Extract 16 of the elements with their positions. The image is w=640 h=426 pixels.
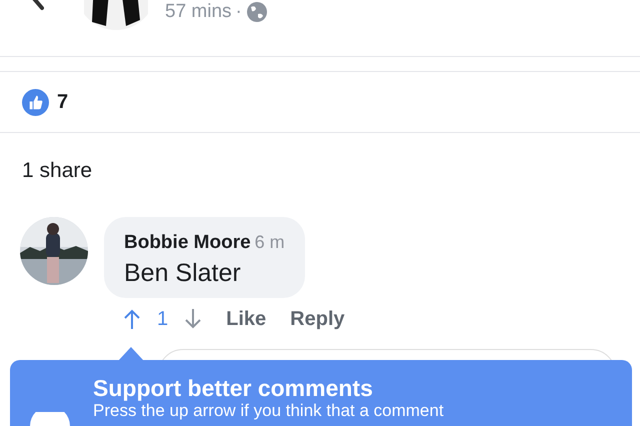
- tooltip-text: Press the up arrow if you think that a comment: [93, 401, 445, 422]
- comment-text: Ben Slater: [124, 258, 242, 288]
- reaction-count[interactable]: 7: [57, 87, 68, 117]
- like-icon: [22, 88, 49, 116]
- comment-author[interactable]: Bobbie Moore: [124, 229, 251, 258]
- downvote-icon[interactable]: [184, 308, 202, 330]
- post-time: 57 mins: [165, 0, 232, 24]
- comment-action-link[interactable]: Like: [226, 304, 266, 334]
- vote-count: 1: [157, 306, 168, 332]
- globe-icon: [246, 1, 268, 24]
- comment-time: 6 m: [254, 231, 285, 254]
- comment-action-link[interactable]: Reply: [290, 304, 345, 334]
- tooltip-title: Support better comments: [93, 376, 374, 402]
- upvote-icon[interactable]: [123, 308, 141, 330]
- separator: ·: [236, 0, 242, 24]
- share-count[interactable]: 1 share: [22, 159, 92, 182]
